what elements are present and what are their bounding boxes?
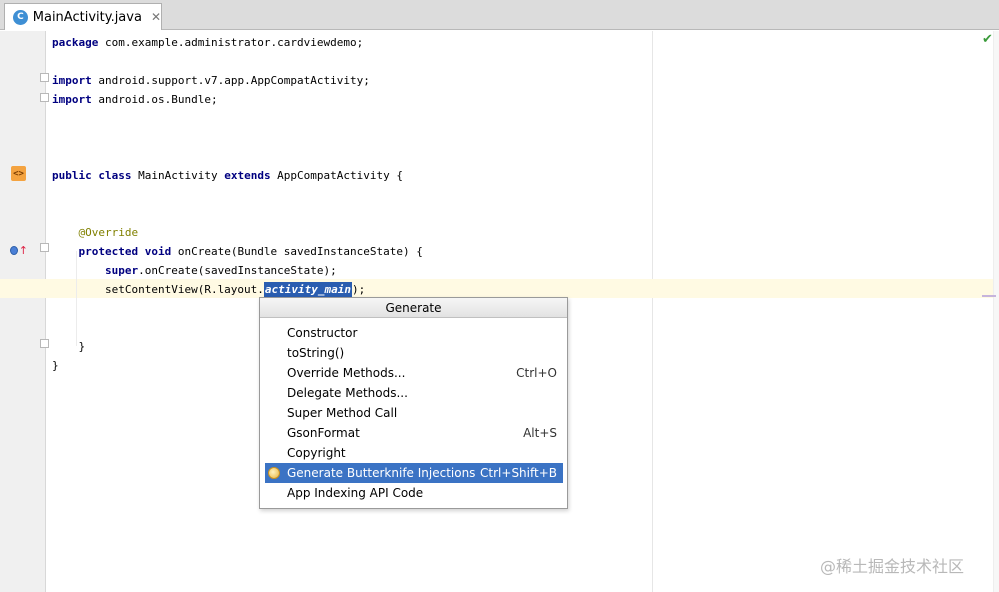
menu-item[interactable]: Copyright <box>265 443 563 463</box>
generate-popup: Generate Constructor toString() Override M… <box>259 297 568 509</box>
close-icon[interactable]: ✕ <box>151 10 161 24</box>
code-token: android.support.v7.app.AppCompatActivity… <box>91 74 370 87</box>
menu-item-label: Constructor <box>287 326 358 340</box>
java-class-icon: C <box>13 9 28 25</box>
code-token: } <box>52 340 86 353</box>
code-token: setContentView(R.layout. <box>52 283 264 296</box>
code-token: .onCreate(savedInstanceState); <box>138 264 337 277</box>
popup-list: Constructor toString() Override Methods...… <box>265 323 563 503</box>
code-token: import <box>52 93 92 106</box>
arrow-up-icon: ↑ <box>18 243 28 257</box>
editor-tab-bar: C MainActivity.java ✕ <box>0 0 999 30</box>
code-token: super <box>104 264 139 277</box>
code-token: package <box>52 36 99 49</box>
code-token: import <box>52 74 92 87</box>
error-stripe-mark[interactable] <box>982 295 996 297</box>
error-stripe[interactable] <box>993 31 999 592</box>
menu-item-label: Delegate Methods... <box>287 386 408 400</box>
code-line[interactable]: super.onCreate(savedInstanceState); <box>52 261 337 280</box>
menu-item[interactable]: Override Methods... Ctrl+O <box>265 363 563 383</box>
code-line[interactable]: } <box>52 356 59 375</box>
menu-item-shortcut: Alt+S <box>523 426 557 440</box>
code-line[interactable]: import android.support.v7.app.AppCompatA… <box>52 71 370 90</box>
editor-gutter[interactable] <box>0 31 46 592</box>
code-token: protected void <box>78 245 172 258</box>
code-token: @Override <box>78 226 139 239</box>
butterknife-icon <box>268 467 280 479</box>
menu-item-label: Super Method Call <box>287 406 398 420</box>
popup-title: Generate <box>260 298 567 318</box>
code-token: onCreate(Bundle savedInstanceState) { <box>171 245 423 258</box>
fold-marker[interactable] <box>40 243 49 252</box>
menu-item[interactable]: Constructor <box>265 323 563 343</box>
menu-item-shortcut: Ctrl+Shift+B <box>480 466 557 480</box>
code-line[interactable]: package com.example.administrator.cardvi… <box>52 33 363 52</box>
menu-item-label: Generate Butterknife Injections <box>287 466 476 480</box>
watermark: @稀土掘金技术社区 <box>820 557 965 576</box>
selected-token: activity_main <box>263 282 353 297</box>
menu-item[interactable]: Generate Butterknife Injections Ctrl+Shif… <box>265 463 563 483</box>
code-token: android.os.Bundle; <box>91 93 218 106</box>
menu-item[interactable]: toString() <box>265 343 563 363</box>
menu-item[interactable]: App Indexing API Code <box>265 483 563 503</box>
code-line[interactable]: public class MainActivity extends AppCom… <box>52 166 403 185</box>
code-token: public class <box>52 169 132 182</box>
check-icon: ✔ <box>982 32 993 47</box>
menu-item-label: App Indexing API Code <box>287 486 424 500</box>
code-token: ); <box>352 283 366 296</box>
tab-label: MainActivity.java <box>32 9 142 25</box>
code-line[interactable]: import android.os.Bundle; <box>52 90 218 109</box>
code-token: MainActivity <box>131 169 225 182</box>
menu-item-label: Override Methods... <box>287 366 406 380</box>
code-line[interactable]: protected void onCreate(Bundle savedInst… <box>52 242 423 261</box>
tab-main-activity[interactable]: C MainActivity.java ✕ <box>4 3 162 30</box>
menu-item-label: Copyright <box>287 446 346 460</box>
code-line[interactable]: @Override <box>52 223 139 242</box>
class-gutter-icon[interactable]: <> <box>11 166 26 181</box>
right-margin-guide <box>652 31 653 592</box>
code-token: } <box>52 359 59 372</box>
fold-marker[interactable] <box>40 73 49 82</box>
menu-item[interactable]: GsonFormat Alt+S <box>265 423 563 443</box>
override-gutter-icon[interactable]: ↑ <box>10 243 28 257</box>
fold-marker[interactable] <box>40 339 49 348</box>
fold-marker[interactable] <box>40 93 49 102</box>
menu-item-label: GsonFormat <box>287 426 360 440</box>
code-line[interactable]: } <box>52 337 85 356</box>
menu-item[interactable]: Super Method Call <box>265 403 563 423</box>
override-dot-icon <box>10 245 18 255</box>
menu-item-label: toString() <box>287 346 345 360</box>
menu-item-shortcut: Ctrl+O <box>516 366 557 380</box>
code-token: com.example.administrator.cardviewdemo; <box>98 36 364 49</box>
menu-item[interactable]: Delegate Methods... <box>265 383 563 403</box>
code-token: extends <box>224 169 271 182</box>
code-token: AppCompatActivity { <box>270 169 404 182</box>
